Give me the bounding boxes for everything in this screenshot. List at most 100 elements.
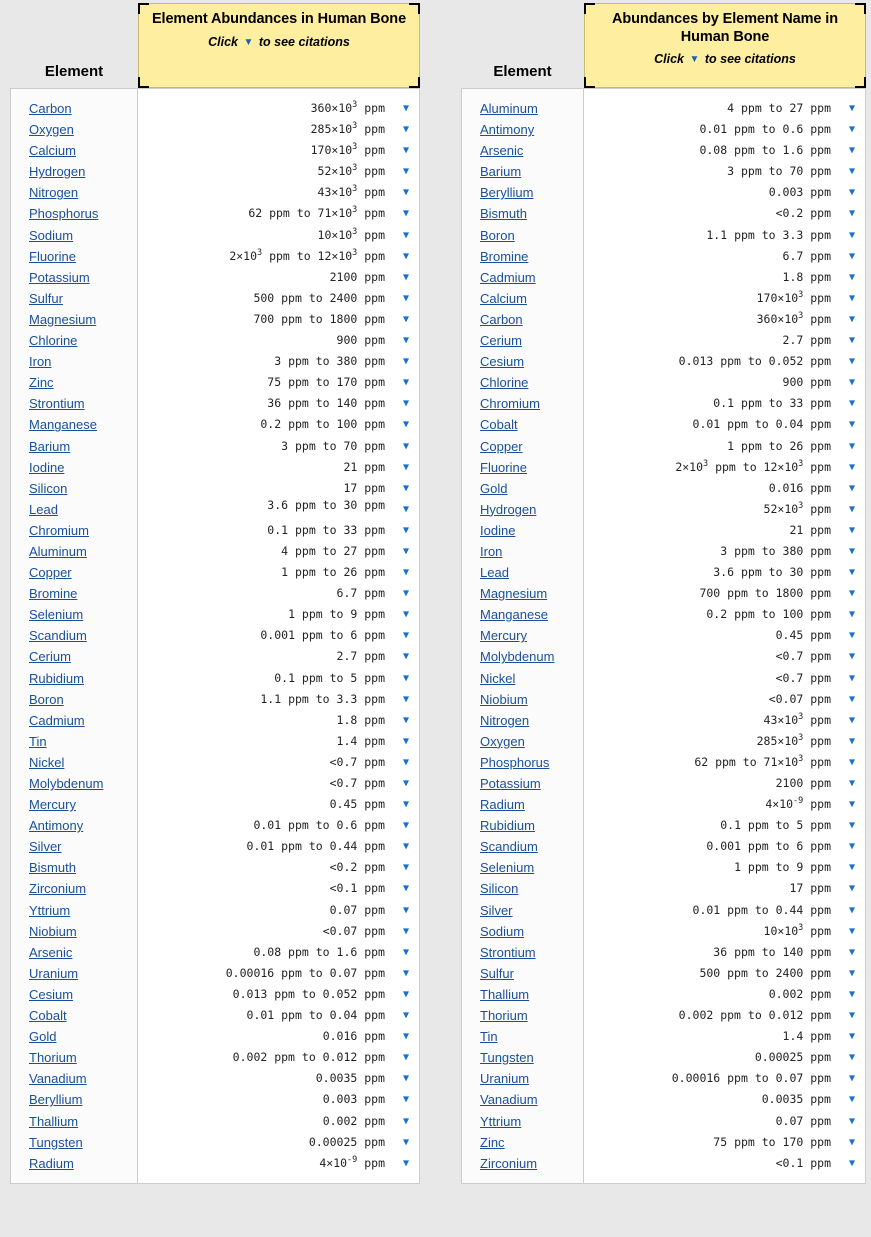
element-link[interactable]: Lead (480, 565, 509, 580)
element-link[interactable]: Barium (480, 164, 521, 179)
element-link[interactable]: Thallium (480, 987, 529, 1002)
citation-chevron-down-icon[interactable]: ▼ (849, 330, 855, 351)
element-link[interactable]: Silver (480, 903, 513, 918)
citation-chevron-down-icon[interactable]: ▼ (849, 246, 855, 267)
element-link[interactable]: Iron (480, 544, 502, 559)
citation-chevron-down-icon[interactable]: ▼ (403, 942, 409, 963)
citation-chevron-down-icon[interactable]: ▼ (849, 646, 855, 667)
citation-chevron-down-icon[interactable]: ▼ (849, 351, 855, 372)
citation-chevron-down-icon[interactable]: ▼ (849, 625, 855, 646)
citation-chevron-down-icon[interactable]: ▼ (849, 309, 855, 330)
element-link[interactable]: Carbon (480, 312, 523, 327)
citation-chevron-down-icon[interactable]: ▼ (849, 604, 855, 625)
citation-chevron-down-icon[interactable]: ▼ (849, 520, 855, 541)
element-link[interactable]: Fluorine (29, 249, 76, 264)
element-link[interactable]: Molybdenum (480, 649, 554, 664)
citation-chevron-down-icon[interactable]: ▼ (403, 752, 409, 773)
element-link[interactable]: Silver (29, 839, 62, 854)
citation-chevron-down-icon[interactable]: ▼ (849, 562, 855, 583)
citation-chevron-down-icon[interactable]: ▼ (849, 98, 855, 119)
citation-chevron-down-icon[interactable]: ▼ (849, 457, 855, 478)
citation-chevron-down-icon[interactable]: ▼ (403, 499, 409, 520)
element-link[interactable]: Lead (29, 502, 58, 517)
citation-chevron-down-icon[interactable]: ▼ (403, 225, 409, 246)
element-link[interactable]: Potassium (29, 270, 90, 285)
element-link[interactable]: Rubidium (29, 671, 84, 686)
citation-chevron-down-icon[interactable]: ▼ (403, 1005, 409, 1026)
citation-chevron-down-icon[interactable]: ▼ (849, 710, 855, 731)
element-link[interactable]: Phosphorus (29, 206, 98, 221)
element-link[interactable]: Uranium (480, 1071, 529, 1086)
element-link[interactable]: Copper (480, 439, 523, 454)
element-link[interactable]: Sodium (29, 228, 73, 243)
element-link[interactable]: Mercury (480, 628, 527, 643)
element-link[interactable]: Vanadium (29, 1071, 87, 1086)
citation-chevron-down-icon[interactable]: ▼ (849, 921, 855, 942)
citation-chevron-down-icon[interactable]: ▼ (403, 1068, 409, 1089)
element-link[interactable]: Nitrogen (480, 713, 529, 728)
element-link[interactable]: Thallium (29, 1114, 78, 1129)
element-link[interactable]: Bromine (480, 249, 528, 264)
citation-chevron-down-icon[interactable]: ▼ (849, 794, 855, 815)
citation-chevron-down-icon[interactable]: ▼ (849, 267, 855, 288)
element-link[interactable]: Rubidium (480, 818, 535, 833)
element-link[interactable]: Nickel (29, 755, 64, 770)
citation-chevron-down-icon[interactable]: ▼ (849, 182, 855, 203)
citation-chevron-down-icon[interactable]: ▼ (849, 900, 855, 921)
citation-chevron-down-icon[interactable]: ▼ (403, 351, 409, 372)
element-link[interactable]: Phosphorus (480, 755, 549, 770)
citation-chevron-down-icon[interactable]: ▼ (849, 1089, 855, 1110)
element-link[interactable]: Zirconium (29, 881, 86, 896)
element-link[interactable]: Nickel (480, 671, 515, 686)
element-link[interactable]: Radium (480, 797, 525, 812)
element-link[interactable]: Barium (29, 439, 70, 454)
citation-chevron-down-icon[interactable]: ▼ (403, 203, 409, 224)
element-link[interactable]: Zinc (29, 375, 54, 390)
element-link[interactable]: Antimony (480, 122, 534, 137)
element-link[interactable]: Tungsten (29, 1135, 83, 1150)
citation-chevron-down-icon[interactable]: ▼ (403, 773, 409, 794)
element-link[interactable]: Gold (29, 1029, 56, 1044)
citation-chevron-down-icon[interactable]: ▼ (403, 1132, 409, 1153)
element-link[interactable]: Sulfur (29, 291, 63, 306)
citation-chevron-down-icon[interactable]: ▼ (403, 668, 409, 689)
citation-chevron-down-icon[interactable]: ▼ (403, 625, 409, 646)
element-link[interactable]: Bromine (29, 586, 77, 601)
element-link[interactable]: Hydrogen (480, 502, 536, 517)
element-link[interactable]: Iodine (29, 460, 64, 475)
element-link[interactable]: Cerium (480, 333, 522, 348)
element-link[interactable]: Calcium (480, 291, 527, 306)
element-link[interactable]: Silicon (29, 481, 67, 496)
citation-chevron-down-icon[interactable]: ▼ (849, 773, 855, 794)
citation-chevron-down-icon[interactable]: ▼ (849, 689, 855, 710)
element-link[interactable]: Arsenic (480, 143, 523, 158)
element-link[interactable]: Magnesium (480, 586, 547, 601)
element-link[interactable]: Antimony (29, 818, 83, 833)
element-link[interactable]: Oxygen (480, 734, 525, 749)
element-link[interactable]: Magnesium (29, 312, 96, 327)
element-link[interactable]: Iodine (480, 523, 515, 538)
citation-chevron-down-icon[interactable]: ▼ (849, 1132, 855, 1153)
element-link[interactable]: Cobalt (480, 417, 518, 432)
citation-chevron-down-icon[interactable]: ▼ (849, 752, 855, 773)
element-link[interactable]: Cerium (29, 649, 71, 664)
element-link[interactable]: Mercury (29, 797, 76, 812)
citation-chevron-down-icon[interactable]: ▼ (849, 161, 855, 182)
citation-chevron-down-icon[interactable]: ▼ (849, 541, 855, 562)
citation-chevron-down-icon[interactable]: ▼ (849, 140, 855, 161)
element-link[interactable]: Chlorine (29, 333, 77, 348)
citation-chevron-down-icon[interactable]: ▼ (403, 393, 409, 414)
citation-chevron-down-icon[interactable]: ▼ (403, 182, 409, 203)
citation-chevron-down-icon[interactable]: ▼ (403, 246, 409, 267)
element-link[interactable]: Aluminum (29, 544, 87, 559)
citation-chevron-down-icon[interactable]: ▼ (849, 668, 855, 689)
citation-chevron-down-icon[interactable]: ▼ (403, 478, 409, 499)
element-link[interactable]: Vanadium (480, 1092, 538, 1107)
element-link[interactable]: Cobalt (29, 1008, 67, 1023)
citation-chevron-down-icon[interactable]: ▼ (403, 710, 409, 731)
citation-chevron-down-icon[interactable]: ▼ (403, 1047, 409, 1068)
element-link[interactable]: Cesium (480, 354, 524, 369)
citation-chevron-down-icon[interactable]: ▼ (403, 161, 409, 182)
citation-chevron-down-icon[interactable]: ▼ (849, 119, 855, 140)
citation-chevron-down-icon[interactable]: ▼ (849, 815, 855, 836)
